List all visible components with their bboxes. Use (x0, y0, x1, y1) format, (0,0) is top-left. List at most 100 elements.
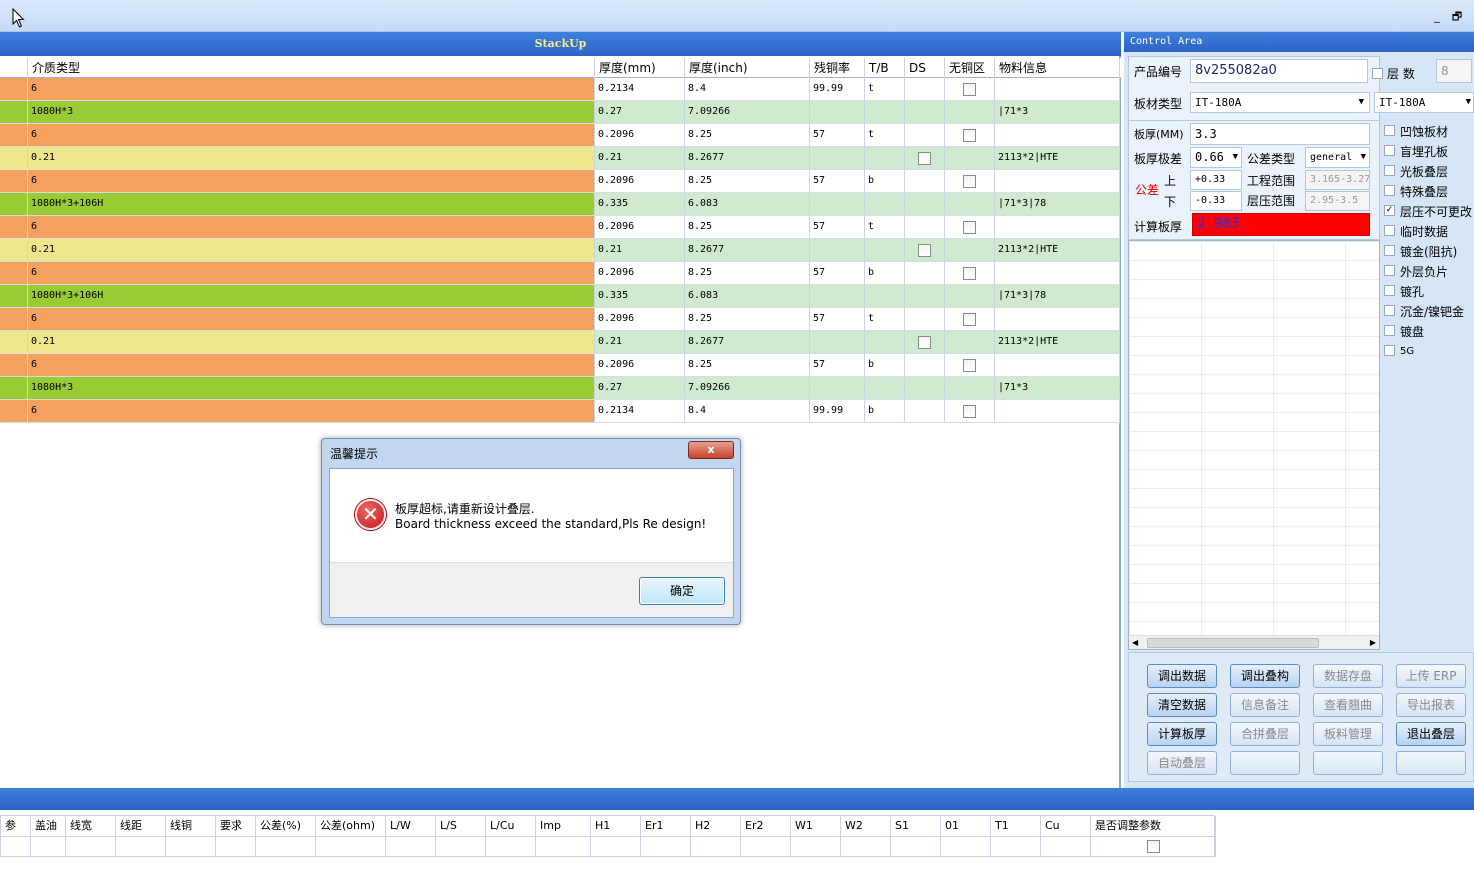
bottom-cell[interactable] (591, 836, 641, 857)
cell-nocu[interactable] (945, 377, 995, 399)
col-header-copper[interactable]: 残铜率 (810, 58, 865, 78)
cell-material[interactable]: |71*3 (995, 377, 1120, 399)
cell-mm[interactable]: 0.2096 (595, 354, 685, 376)
cell-type[interactable]: 1080H*3+106H (28, 285, 595, 307)
bottom-cell[interactable] (1, 836, 31, 857)
option-item[interactable]: 5G (1384, 343, 1414, 357)
cell-material[interactable] (995, 354, 1120, 376)
cell-tb[interactable] (865, 147, 905, 169)
thickness-input[interactable]: 3.3 (1190, 123, 1370, 145)
cell-material[interactable] (995, 216, 1120, 238)
option-checkbox[interactable] (1384, 145, 1395, 156)
cell-nocu[interactable] (945, 354, 995, 376)
cell-material[interactable] (995, 124, 1120, 146)
table-row[interactable]: 1080H*3 0.27 7.09266 |71*3 (0, 101, 1120, 124)
table-row[interactable]: 0.21 0.21 8.2677 2113*2|HTE (0, 239, 1120, 262)
cell-copper[interactable]: 57 (810, 354, 865, 376)
table-row[interactable]: 6 0.2096 8.25 57 t (0, 308, 1120, 331)
cell-type[interactable]: 1080H*3 (28, 101, 595, 123)
press-range-input[interactable]: 2.95-3.5 (1305, 191, 1370, 211)
row-selector[interactable] (0, 147, 28, 169)
row-selector[interactable] (0, 331, 28, 353)
row-selector[interactable] (0, 78, 28, 100)
table-row[interactable]: 1080H*3+106H 0.335 6.083 |71*3|78 (0, 285, 1120, 308)
cell-inch[interactable]: 8.2677 (685, 239, 810, 261)
board-type-select-2[interactable]: IT-180A ▼ (1374, 92, 1474, 113)
bottom-col-header[interactable]: 参 (1, 816, 31, 836)
cell-inch[interactable]: 7.09266 (685, 377, 810, 399)
row-selector[interactable] (0, 239, 28, 261)
action-button[interactable] (1396, 751, 1466, 775)
cell-mm[interactable]: 0.27 (595, 377, 685, 399)
horizontal-scrollbar[interactable]: ◀ ▶ (1129, 635, 1379, 649)
row-selector[interactable] (0, 170, 28, 192)
row-selector[interactable] (0, 216, 28, 238)
bottom-cell[interactable] (386, 836, 436, 857)
cell-copper[interactable]: 57 (810, 262, 865, 284)
option-checkbox[interactable] (1384, 245, 1395, 256)
option-item[interactable]: 镀盘 (1384, 323, 1424, 340)
bottom-col-header[interactable]: L/Cu (486, 816, 536, 836)
cell-type[interactable]: 6 (28, 400, 595, 422)
cell-material[interactable] (995, 400, 1120, 422)
cell-copper[interactable] (810, 239, 865, 261)
cell-material[interactable]: |71*3|78 (995, 285, 1120, 307)
row-selector[interactable] (0, 377, 28, 399)
row-checkbox[interactable] (963, 221, 976, 234)
cell-type[interactable]: 6 (28, 216, 595, 238)
cell-mm[interactable]: 0.2134 (595, 400, 685, 422)
cell-type[interactable]: 0.21 (28, 147, 595, 169)
cell-type[interactable]: 0.21 (28, 239, 595, 261)
row-checkbox[interactable] (918, 336, 931, 349)
row-selector[interactable] (0, 285, 28, 307)
cell-type[interactable]: 1080H*3+106H (28, 193, 595, 215)
impedance-grid[interactable]: 参盖油 线宽 线距 线铜 要求 公差(%) 公差(ohm) L/W L/S L/Cu Imp H1 Er… (0, 815, 1216, 857)
bottom-col-header[interactable]: 公差(%) (256, 816, 316, 836)
cell-type[interactable]: 6 (28, 124, 595, 146)
bottom-col-header[interactable]: W1 (791, 816, 841, 836)
cell-mm[interactable]: 0.2134 (595, 78, 685, 100)
upper-input[interactable]: +0.33 (1190, 170, 1242, 190)
option-checkbox[interactable] (1384, 345, 1395, 356)
row-checkbox[interactable] (963, 405, 976, 418)
bottom-cell[interactable] (791, 836, 841, 857)
col-header-ds[interactable]: DS (905, 58, 945, 78)
table-row[interactable]: 6 0.2096 8.25 57 t (0, 124, 1120, 147)
row-selector[interactable] (0, 400, 28, 422)
board-type-select[interactable]: IT-180A ▼ (1190, 92, 1370, 113)
cell-tb[interactable]: b (865, 170, 905, 192)
cell-inch[interactable]: 8.2677 (685, 331, 810, 353)
bottom-cell[interactable] (841, 836, 891, 857)
option-checkbox[interactable] (1384, 225, 1395, 236)
row-checkbox[interactable] (963, 175, 976, 188)
cell-inch[interactable]: 8.25 (685, 262, 810, 284)
row-checkbox[interactable] (963, 267, 976, 280)
option-item[interactable]: 凹蚀板材 (1384, 123, 1448, 140)
cell-ds[interactable] (905, 331, 945, 353)
action-button[interactable]: 板料管理 (1313, 722, 1383, 746)
bottom-col-header[interactable]: S1 (891, 816, 941, 836)
cell-ds[interactable] (905, 354, 945, 376)
bottom-cell[interactable] (691, 836, 741, 857)
scroll-left-icon[interactable]: ◀ (1132, 636, 1138, 650)
cell-copper[interactable] (810, 147, 865, 169)
cell-mm[interactable]: 0.335 (595, 285, 685, 307)
cell-ds[interactable] (905, 239, 945, 261)
cell-nocu[interactable] (945, 170, 995, 192)
cell-tb[interactable]: t (865, 216, 905, 238)
tolerance-select[interactable]: 0.66 ▼ (1190, 147, 1242, 168)
action-button[interactable]: 导出报表 (1396, 693, 1466, 717)
cell-tb[interactable] (865, 193, 905, 215)
eng-range-input[interactable]: 3.165-3.27 (1305, 170, 1370, 190)
data-list-panel[interactable]: ◀ ▶ (1128, 240, 1380, 650)
cell-nocu[interactable] (945, 147, 995, 169)
dialog-close-button[interactable]: x (688, 441, 734, 459)
option-item[interactable]: ✓ 层压不可更改 (1384, 203, 1472, 220)
cell-tb[interactable]: b (865, 400, 905, 422)
action-button[interactable]: 上传 ERP (1396, 664, 1466, 688)
table-row[interactable]: 0.21 0.21 8.2677 2113*2|HTE (0, 147, 1120, 170)
option-checkbox[interactable] (1384, 185, 1395, 196)
cell-inch[interactable]: 7.09266 (685, 101, 810, 123)
cell-nocu[interactable] (945, 124, 995, 146)
cell-inch[interactable]: 8.2677 (685, 147, 810, 169)
